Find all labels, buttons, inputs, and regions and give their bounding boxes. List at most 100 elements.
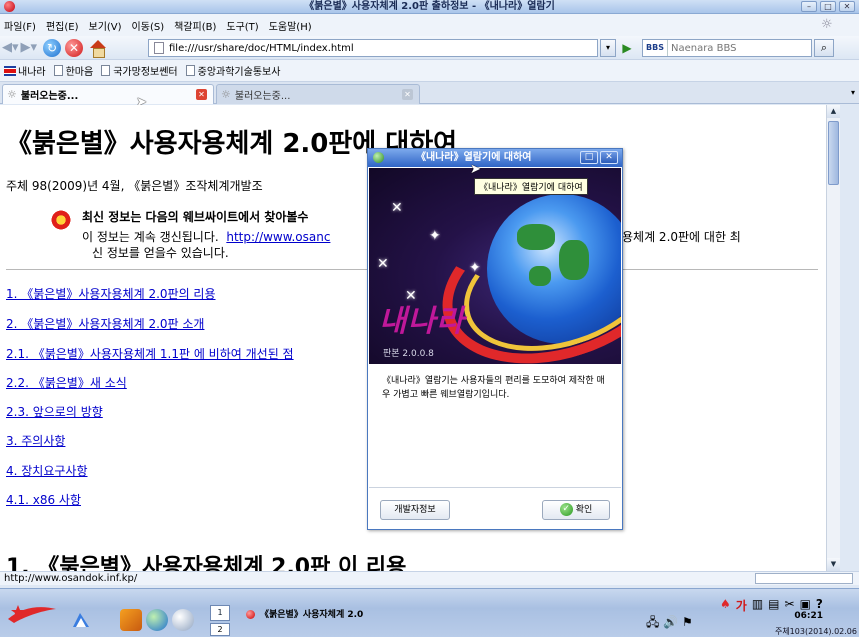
- bookmark-hanmaum[interactable]: 한마음: [53, 63, 94, 78]
- package-icon[interactable]: [120, 609, 142, 631]
- dictionary-icon[interactable]: ▤: [768, 597, 779, 614]
- menu-bookmarks[interactable]: 책갈피(B): [174, 18, 216, 33]
- input-method-icon[interactable]: ♠: [720, 597, 731, 614]
- version-label: 판본 2.0.0.8: [383, 349, 434, 359]
- clock-date: 주체103(2014).02.06: [774, 627, 857, 636]
- loading-icon: ☼: [7, 88, 17, 101]
- forward-button[interactable]: ▶▾: [21, 39, 38, 57]
- close-tab-icon[interactable]: ✕: [402, 89, 413, 100]
- loading-icon: ☼: [221, 88, 231, 101]
- dialog-tooltip: 《내나라》열람기에 대하여: [474, 178, 588, 195]
- bookmark-label: 중앙과학기술통보사: [197, 67, 281, 78]
- keyboard-icon[interactable]: ▥: [752, 597, 763, 614]
- bookmark-label: 내나라: [18, 67, 46, 78]
- about-dialog: 《내나라》열람기에 대하여 □ ✕ ✕ ✦ ✕ ✦ ✕ 내나라 판본 2.0.0…: [367, 148, 623, 530]
- brand-logo: 내나라: [379, 304, 465, 339]
- settings-icon[interactable]: [172, 609, 194, 631]
- bookmark-naenara[interactable]: 내나라: [4, 63, 46, 78]
- toc-link[interactable]: 2.3. 앞으로의 방향: [6, 403, 103, 420]
- dialog-footer: 개발자정보 ✓ 확인: [369, 487, 621, 529]
- status-text: http://www.osandok.inf.kp/: [4, 573, 138, 584]
- scroll-down-icon[interactable]: ▼: [827, 558, 840, 571]
- reload-icon[interactable]: ↻: [43, 38, 62, 57]
- red-star-logo-icon[interactable]: [6, 601, 58, 625]
- dialog-titlebar: 《내나라》열람기에 대하여 □ ✕: [368, 149, 622, 167]
- toc-link[interactable]: 2.2. 《붉은별》새 소식: [6, 374, 127, 391]
- search-box[interactable]: BBS: [642, 39, 812, 57]
- toc-link[interactable]: 2.1. 《붉은별》사용자용체계 1.1판 에 비하여 개선된 점: [6, 345, 294, 362]
- back-button[interactable]: ◀▾: [2, 39, 19, 57]
- news-line-1-right: 용체계 2.0판에 대한 최: [622, 230, 741, 244]
- menu-help[interactable]: 도움말(H): [269, 18, 312, 33]
- toc-link[interactable]: 2. 《붉은별》사용자용체계 2.0판 소개: [6, 315, 204, 332]
- scrollbar-thumb[interactable]: [828, 121, 839, 185]
- menu-bar: 파일(F) 편집(E) 보기(V) 이동(S) 책갈피(B) 도구(T) 도움말…: [0, 14, 859, 36]
- task-label: 《붉은별》사용자체계 2.0: [260, 610, 364, 620]
- bookmark-label: 한마음: [65, 67, 94, 78]
- page-icon: [53, 65, 63, 76]
- url-dropdown-button[interactable]: ▾: [600, 39, 616, 57]
- menu-go[interactable]: 이동(S): [132, 18, 165, 33]
- desktop-switcher-2[interactable]: 2: [210, 623, 230, 636]
- news-line-2: 신 정보를 얻을수 있습니다.: [92, 246, 229, 260]
- flag-icon: [4, 65, 16, 76]
- menu-edit[interactable]: 편집(E): [46, 18, 79, 33]
- mouse-cursor-icon: ➤: [470, 162, 481, 177]
- dialog-close-button[interactable]: ✕: [600, 151, 618, 164]
- browser-app-icon: [246, 610, 255, 619]
- tab-loading-2[interactable]: ☼ 불러오는중... ✕: [216, 84, 420, 104]
- toc-link[interactable]: 4. 장치요구사항: [6, 462, 88, 479]
- news-heading: 최신 정보는 다음의 웨브싸이트에서 찾아볼수: [82, 210, 309, 224]
- menu-view[interactable]: 보기(V): [89, 18, 122, 33]
- ok-button[interactable]: ✓ 확인: [542, 500, 610, 520]
- tools-icon[interactable]: ✂: [785, 597, 795, 614]
- taskbar-window-button[interactable]: 《붉은별》사용자체계 2.0: [246, 607, 363, 620]
- url-input[interactable]: [169, 42, 589, 54]
- toc-link[interactable]: 1. 《붉은별》사용자용체계 2.0판의 리용: [6, 285, 216, 302]
- tray-network-volume-icons[interactable]: 🖧 🔊 ⚑: [646, 613, 693, 634]
- home-icon[interactable]: [89, 39, 107, 58]
- menu-tools[interactable]: 도구(T): [226, 18, 258, 33]
- close-window-button[interactable]: ✕: [839, 1, 855, 12]
- page-icon: [185, 65, 195, 76]
- scroll-up-icon[interactable]: ▲: [827, 105, 840, 118]
- maximize-button[interactable]: □: [820, 1, 836, 12]
- dialog-maximize-button[interactable]: □: [580, 151, 598, 164]
- address-bar[interactable]: [148, 39, 598, 57]
- search-input[interactable]: [667, 42, 798, 54]
- news-line-1: 이 정보는 계속 갱신됩니다. http://www.osanc: [82, 228, 330, 245]
- search-icon[interactable]: ⌕: [814, 39, 834, 57]
- korean-input-icon[interactable]: 가: [736, 597, 747, 614]
- vertical-scrollbar[interactable]: ▲ ▼: [826, 105, 840, 571]
- minimize-button[interactable]: –: [801, 1, 817, 12]
- stop-icon[interactable]: ✕: [65, 38, 84, 57]
- sparkle-icon: ✦: [429, 228, 441, 244]
- tab-label: 불러오는중...: [20, 91, 79, 102]
- close-tab-icon[interactable]: ✕: [196, 89, 207, 100]
- menu-file[interactable]: 파일(F): [4, 18, 36, 33]
- section-heading: 1. 《붉은별》사용자용체계 2.0판 이 리용: [6, 555, 407, 571]
- search-engine-selector[interactable]: BBS: [643, 40, 668, 56]
- web-browser-icon[interactable]: [146, 609, 168, 631]
- window-titlebar: 《붉은별》사용자체계 2.0판 출하정보 - 《내나라》열람기 – □ ✕: [0, 0, 859, 14]
- status-progress-field: [755, 573, 853, 584]
- news-link[interactable]: http://www.osanc: [226, 230, 330, 244]
- ok-button-label: 확인: [575, 505, 593, 515]
- bookmark-national-info-center[interactable]: 국가망정보쎈터: [101, 63, 178, 78]
- news-text: 이 정보는 계속 갱신됩니다.: [82, 230, 219, 244]
- tab-loading-1[interactable]: ☼ 불러오는중... ✕: [2, 84, 214, 104]
- sparkle-icon: ✕: [391, 200, 403, 216]
- desktop-switcher-1[interactable]: 1: [210, 605, 230, 621]
- page-icon: [154, 42, 164, 54]
- tab-list-chevron-icon[interactable]: ▾: [851, 88, 855, 97]
- toc-link[interactable]: 3. 주의사항: [6, 432, 65, 449]
- go-icon[interactable]: ▶: [618, 39, 636, 57]
- taskbar: 1 2 《붉은별》사용자체계 2.0 🖧 🔊 ⚑ ♠ 가 ▥ ▤ ✂ ▣ ? 0…: [0, 588, 859, 637]
- bookmarks-toolbar: 내나라 한마음 국가망정보쎈터 중앙과학기술통보사: [0, 60, 859, 82]
- toc-link[interactable]: 4.1. x86 사항: [6, 491, 81, 508]
- developer-info-button[interactable]: 개발자정보: [380, 500, 450, 520]
- bookmark-central-science-news[interactable]: 중앙과학기술통보사: [185, 63, 281, 78]
- file-manager-icon[interactable]: [70, 609, 92, 631]
- page-icon: [101, 65, 111, 76]
- sparkle-icon: ✦: [469, 260, 481, 276]
